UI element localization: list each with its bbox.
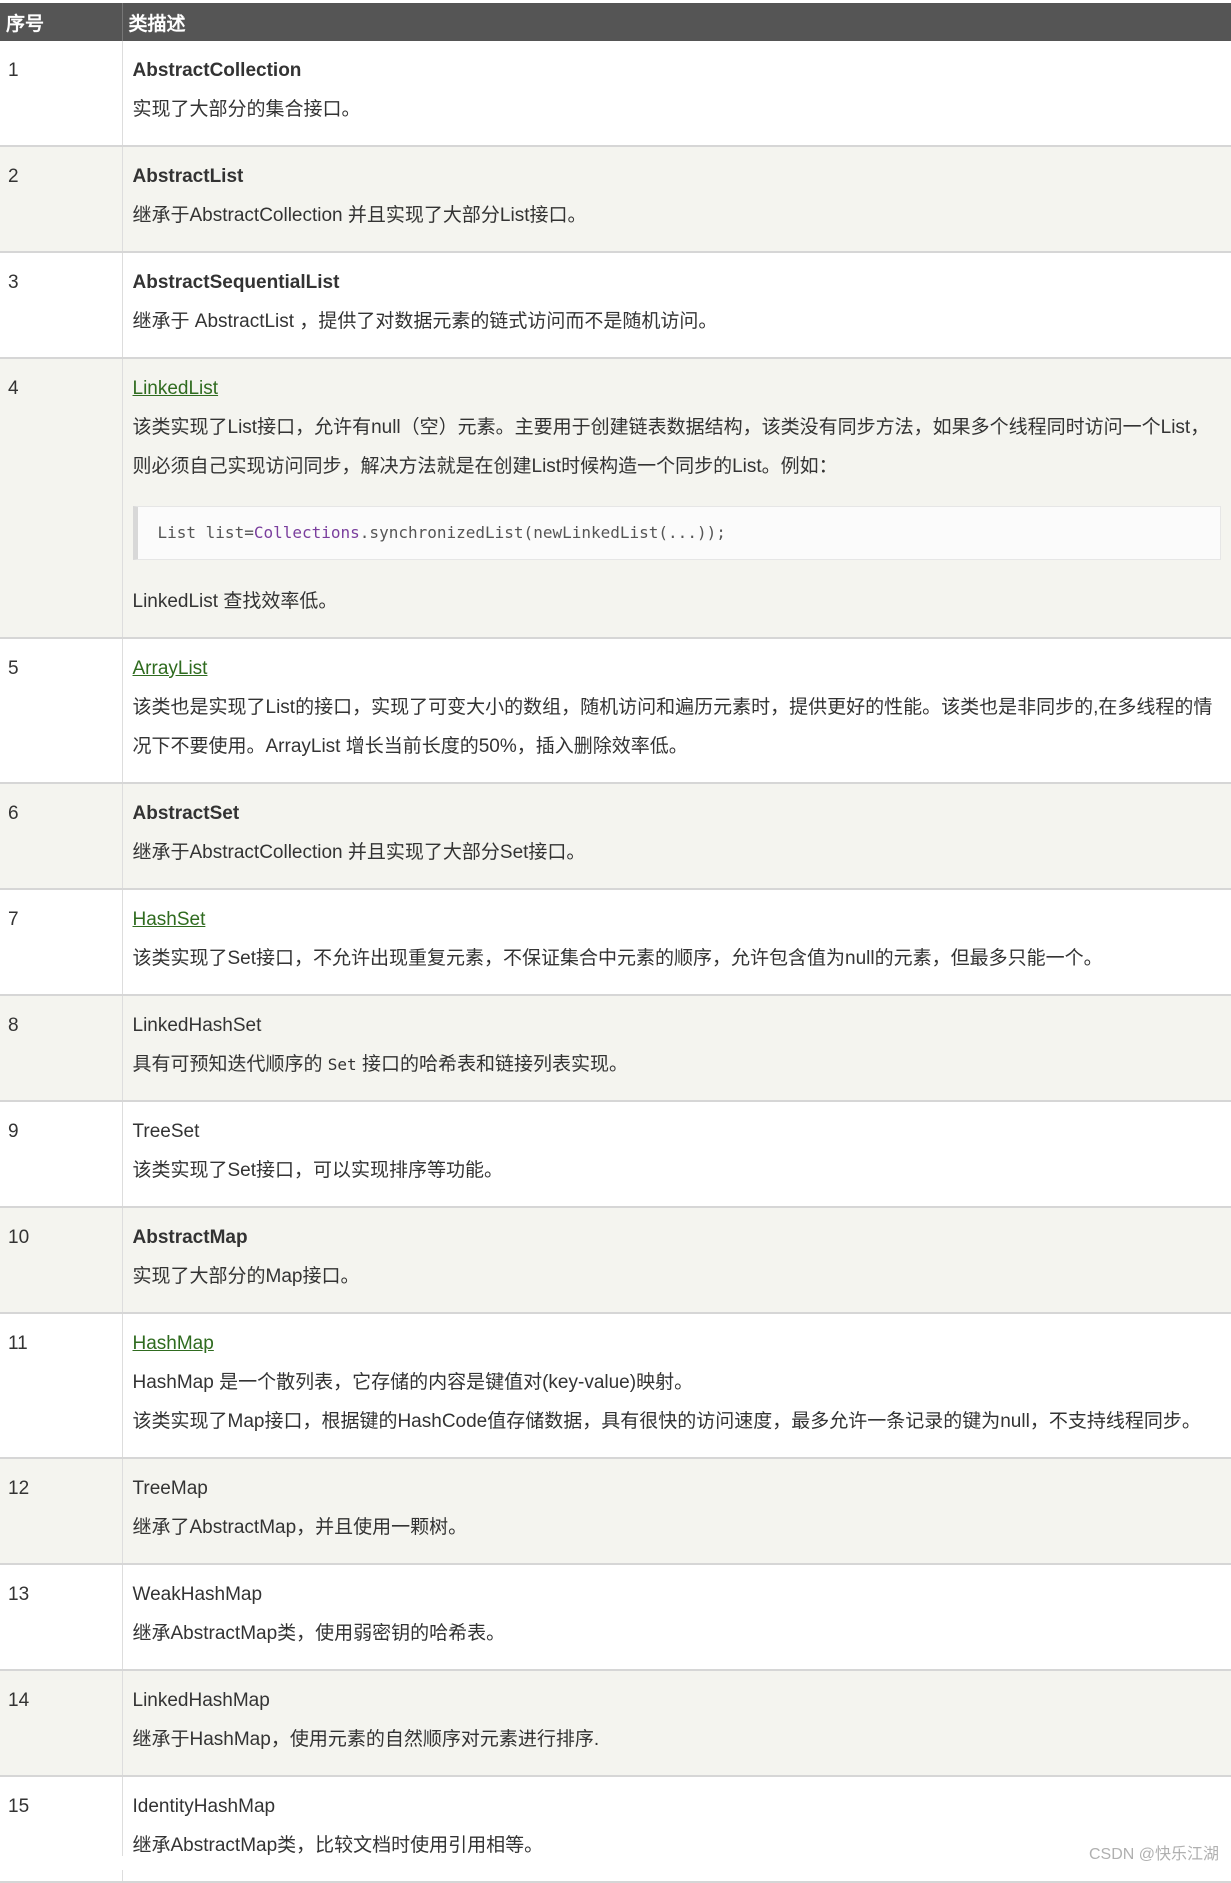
class-name-link[interactable]: ArrayList [133,649,1224,688]
description-text: 该类实现了Set接口，不允许出现重复元素，不保证集合中元素的顺序，允许包含值为n… [132,948,1103,969]
description-text: 继承AbstractMap类，使用弱密钥的哈希表。 [132,1623,506,1644]
row-description: WeakHashMap 继承AbstractMap类，使用弱密钥的哈希表。 [122,1564,1231,1670]
row-number: 13 [0,1564,123,1670]
row-number: 1 [0,41,123,146]
table-row: 12 TreeMap 继承了AbstractMap，并且使用一颗树。 [0,1458,1231,1564]
description-text: 该类实现了Map接口，根据键的HashCode值存储数据，具有很快的访问速度，最… [132,1411,1201,1432]
row-number: 3 [0,252,123,358]
row-description: AbstractList 继承于AbstractCollection 并且实现了大… [122,146,1231,252]
class-name: AbstractMap [132,1227,248,1248]
row-number: 12 [0,1458,123,1564]
description-text: LinkedList 查找效率低。 [132,591,338,612]
description-text: 继承于 AbstractList ，提供了对数据元素的链式访问而不是随机访问。 [132,311,718,332]
description-text: 实现了大部分的Map接口。 [132,1266,360,1287]
class-name: WeakHashMap [132,1584,263,1605]
row-description: AbstractCollection 实现了大部分的集合接口。 [122,41,1231,146]
class-name: TreeMap [132,1478,208,1499]
row-number: 11 [0,1313,123,1458]
description-text: 继承了AbstractMap，并且使用一颗树。 [132,1517,468,1538]
description-text: 继承于AbstractCollection 并且实现了大部分Set接口。 [132,842,586,863]
class-name: IdentityHashMap [132,1796,276,1817]
class-name: LinkedHashMap [132,1690,270,1711]
row-description: TreeMap 继承了AbstractMap，并且使用一颗树。 [122,1458,1231,1564]
row-description: LinkedHashSet 具有可预知迭代顺序的 Set 接口的哈希表和链接列表实… [122,995,1231,1101]
table-row: 3 AbstractSequentialList 继承于 AbstractList … [0,252,1231,358]
description-text: 该类实现了List接口，允许有null（空）元素。主要用于创建链表数据结构，该类… [132,417,1210,477]
table-row: 9 TreeSet 该类实现了Set接口，可以实现排序等功能。 [0,1101,1231,1207]
row-description: AbstractSequentialList 继承于 AbstractList ，… [122,252,1231,358]
table-row: 2 AbstractList 继承于AbstractCollection 并且实现了… [0,146,1231,252]
table-row: 13 WeakHashMap 继承AbstractMap类，使用弱密钥的哈希表。 [0,1564,1231,1670]
row-description: AbstractMap 实现了大部分的Map接口。 [122,1207,1231,1313]
table-row: 8 LinkedHashSet 具有可预知迭代顺序的 Set 接口的哈希表和链接列表… [0,995,1231,1101]
row-description: HashSet 该类实现了Set接口，不允许出现重复元素，不保证集合中元素的顺序，… [122,889,1231,995]
description-text: 继承于AbstractCollection 并且实现了大部分List接口。 [132,205,587,226]
description-text: 具有可预知迭代顺序的 Set 接口的哈希表和链接列表实现。 [133,1045,1224,1084]
row-description: LinkedList 该类实现了List接口，允许有null（空）元素。主要用于创… [122,358,1231,638]
row-number: 4 [0,358,123,638]
code-class: Collections [253,523,360,542]
row-description: LinkedHashMap 继承于HashMap，使用元素的自然顺序对元素进行排序… [122,1670,1231,1776]
description-text: 该类也是实现了List的接口，实现了可变大小的数组，随机访问和遍历元素时，提供更… [132,697,1213,757]
class-name: AbstractList [132,166,244,187]
inline-code: Set [327,1055,357,1074]
table-row: 1 AbstractCollection 实现了大部分的集合接口。 [0,41,1231,146]
description-text: 该类实现了Set接口，可以实现排序等功能。 [132,1160,504,1181]
table-row: 10 AbstractMap 实现了大部分的Map接口。 [0,1207,1231,1313]
row-number: 6 [0,783,123,889]
description-text: 实现了大部分的集合接口。 [132,99,361,120]
class-name-link[interactable]: HashSet [133,900,1224,939]
description-text: 继承于HashMap，使用元素的自然顺序对元素进行排序. [132,1729,600,1750]
table-body: 1 AbstractCollection 实现了大部分的集合接口。 2 Abstract… [0,41,1231,1882]
description-text-after: 接口的哈希表和链接列表实现。 [356,1054,628,1075]
row-number: 8 [0,995,123,1101]
row-number: 14 [0,1670,123,1776]
table-row: 6 AbstractSet 继承于AbstractCollection 并且实现了大… [0,783,1231,889]
header-description: 类描述 [122,3,1231,41]
row-number: 2 [0,146,123,252]
class-name: AbstractSequentialList [132,272,340,293]
class-name-link[interactable]: HashMap [133,1324,1224,1363]
table-row: 11 HashMap HashMap 是一个散列表，它存储的内容是键值对(key-v… [0,1313,1231,1458]
header-number: 序号 [0,3,123,41]
row-number: 7 [0,889,123,995]
code-block: List list=Collections.synchronizedList(n… [132,506,1221,560]
class-name-link[interactable]: LinkedList [133,369,1224,408]
class-name: LinkedHashSet [132,1015,262,1036]
description-text-before: 具有可预知迭代顺序的 [132,1054,328,1075]
row-description: TreeSet 该类实现了Set接口，可以实现排序等功能。 [122,1101,1231,1207]
table-row: 4 LinkedList 该类实现了List接口，允许有null（空）元素。主要用于… [0,358,1231,638]
row-number: 9 [0,1101,123,1207]
code-prefix: List list= [157,523,254,542]
csdn-watermark: CSDN @快乐江湖 [1088,1846,1219,1863]
class-table: 序号 类描述 1 AbstractCollection 实现了大部分的集合接口。 2 A… [0,3,1231,1883]
description-text: HashMap 是一个散列表，它存储的内容是键值对(key-value)映射。 [132,1372,694,1393]
row-number: 5 [0,638,123,783]
table-row: 14 LinkedHashMap 继承于HashMap，使用元素的自然顺序对元素进行… [0,1670,1231,1776]
bottom-fade [0,1856,1231,1870]
class-name: AbstractCollection [132,60,302,81]
row-description: ArrayList 该类也是实现了List的接口，实现了可变大小的数组，随机访问和… [122,638,1231,783]
row-description: AbstractSet 继承于AbstractCollection 并且实现了大部… [122,783,1231,889]
class-name: AbstractSet [132,803,240,824]
table-header: 序号 类描述 [0,3,1231,41]
class-name: TreeSet [132,1121,200,1142]
code-rest: .synchronizedList(newLinkedList(...)); [359,523,726,542]
row-number: 10 [0,1207,123,1313]
row-description: HashMap HashMap 是一个散列表，它存储的内容是键值对(key-val… [122,1313,1231,1458]
table-row: 7 HashSet 该类实现了Set接口，不允许出现重复元素，不保证集合中元素的顺序… [0,889,1231,995]
table-row: 5 ArrayList 该类也是实现了List的接口，实现了可变大小的数组，随机访问… [0,638,1231,783]
